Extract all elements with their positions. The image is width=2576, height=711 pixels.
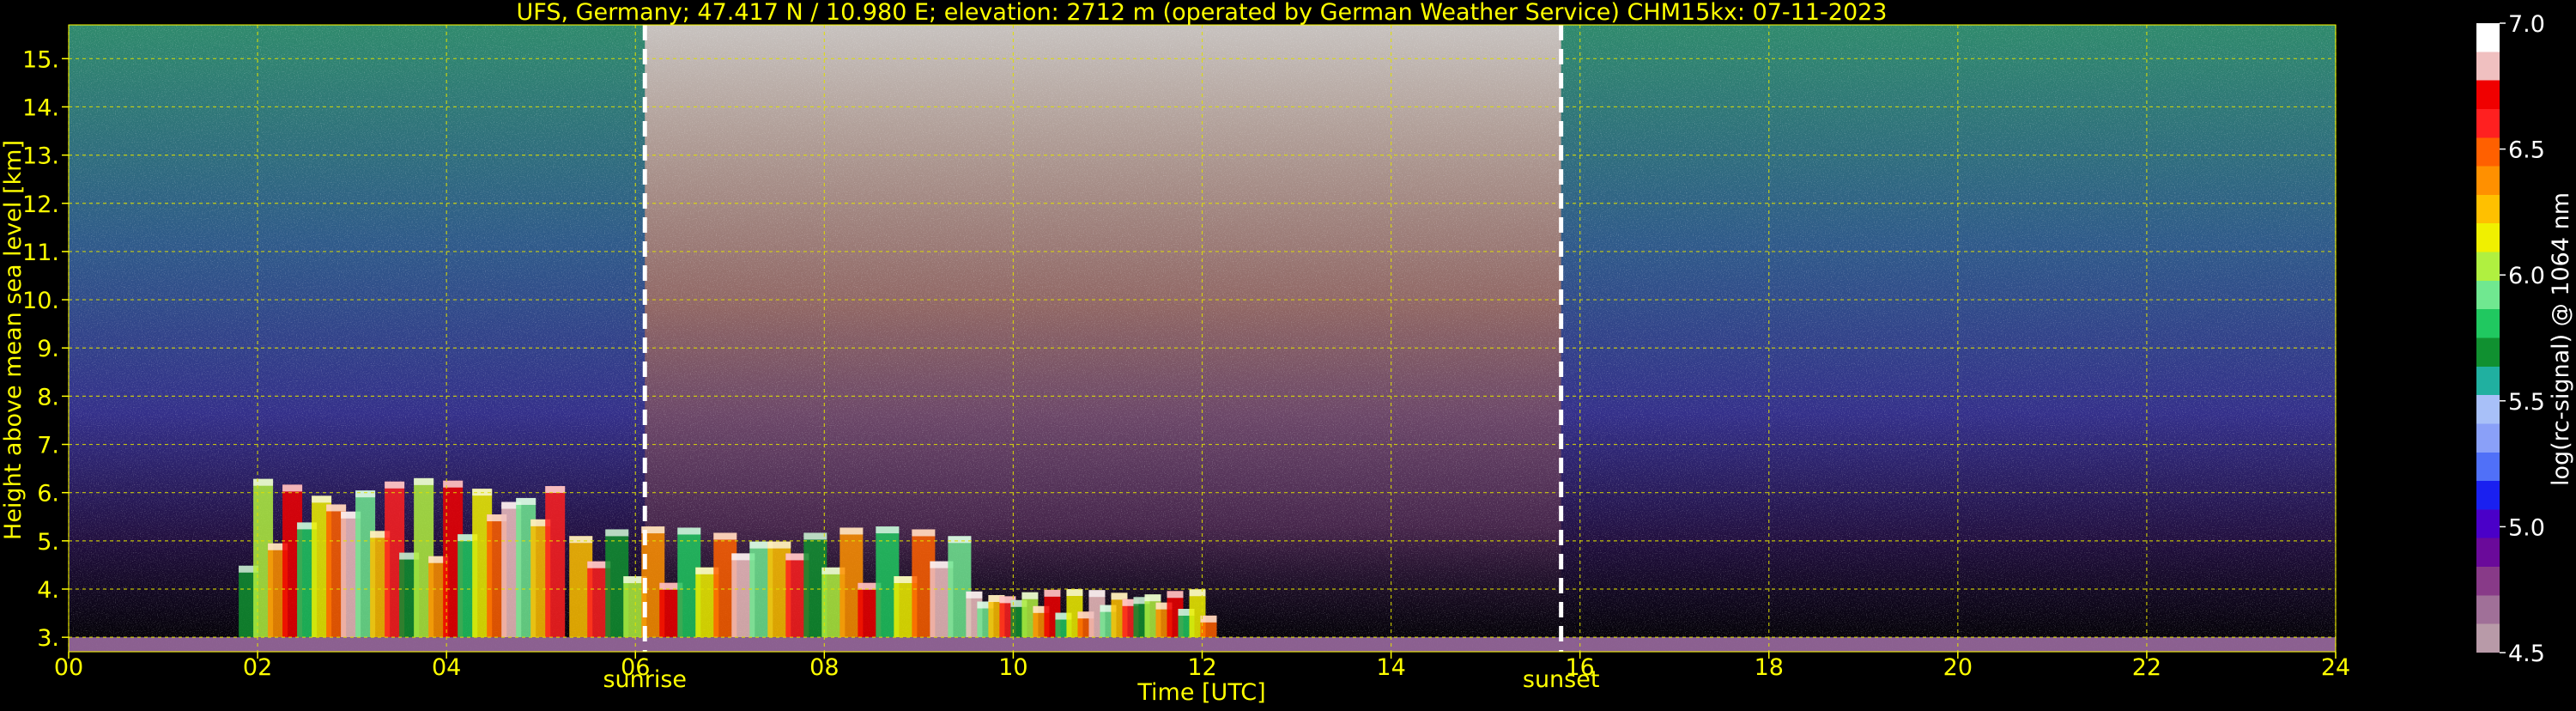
y-tick-label-13.: 13. xyxy=(22,143,59,170)
y-tick-label-12.: 12. xyxy=(22,191,59,218)
y-tick-label-10.: 10. xyxy=(22,288,59,314)
y-tick-label-7.: 7. xyxy=(37,433,59,459)
y-tick-label-15.: 15. xyxy=(22,46,59,73)
y-tick-label-9.: 9. xyxy=(37,336,59,362)
layer-3 xyxy=(966,589,1217,638)
x-tick-label-12: 12 xyxy=(1187,654,1216,681)
x-tick-label-06: 06 xyxy=(621,654,650,681)
x-tick-label-20: 20 xyxy=(1943,654,1973,681)
y-axis-ticks: 3. 4. 5. 6. 7. 8. 9. 10. 11. 12. 13. 14. 15. xyxy=(22,46,69,652)
y-tick-label-5.: 5. xyxy=(37,529,59,556)
x-tick-label-08: 08 xyxy=(809,654,839,681)
cb-tick-label-5.5: 5.5 xyxy=(2508,389,2545,416)
layer-1 xyxy=(239,477,566,638)
cb-tick-label-7.0: 7.0 xyxy=(2508,11,2545,38)
y-tick-label-14.: 14. xyxy=(22,94,59,121)
x-tick-label-24: 24 xyxy=(2321,654,2350,681)
x-tick-label-04: 04 xyxy=(432,654,461,681)
plot-area xyxy=(69,25,2336,652)
colorbar-label: log(rc-signal) @ 1064 nm xyxy=(2548,192,2574,486)
y-tick-label-8.: 8. xyxy=(37,384,59,410)
y-tick-label-4.: 4. xyxy=(37,577,59,604)
cb-tick-label-6.0: 6.0 xyxy=(2508,263,2545,289)
ceilometer-chart: sunrise sunset 00 02 04 06 08 10 12 14 16 18 20 22 24… xyxy=(0,0,2576,708)
x-tick-label-18: 18 xyxy=(1755,654,1784,681)
x-tick-label-00: 00 xyxy=(54,654,83,681)
chart-title: UFS, Germany; 47.417 N / 10.980 E; eleva… xyxy=(517,0,1888,26)
cb-tick-label-6.5: 6.5 xyxy=(2508,137,2545,164)
y-tick-label-6.: 6. xyxy=(37,481,59,507)
cb-tick-label-5.0: 5.0 xyxy=(2508,514,2545,541)
cb-tick-label-4.5: 4.5 xyxy=(2508,641,2545,667)
x-tick-label-14: 14 xyxy=(1376,654,1405,681)
y-tick-label-3.: 3. xyxy=(37,625,59,652)
chart-svg: sunrise sunset 00 02 04 06 08 10 12 14 16 18 20 22 24… xyxy=(0,0,2574,706)
y-axis-label: Height above mean sea level [km] xyxy=(0,140,27,540)
x-tick-label-22: 22 xyxy=(2132,654,2161,681)
colorbar-ticks: 4.5 5.0 5.5 6.0 6.5 7.0 xyxy=(2500,11,2545,667)
x-tick-label-16: 16 xyxy=(1565,654,1594,681)
x-axis-ticks: 00 02 04 06 08 10 12 14 16 18 20 22 24 xyxy=(54,652,2350,681)
colorbar: 4.5 5.0 5.5 6.0 6.5 7.0 log(rc-signal) @ 1064… xyxy=(2476,11,2574,667)
colorbar-scale xyxy=(2476,23,2500,653)
x-tick-label-02: 02 xyxy=(243,654,272,681)
y-tick-label-11.: 11. xyxy=(22,240,59,266)
x-axis-label: Time [UTC] xyxy=(1136,679,1265,706)
x-tick-label-10: 10 xyxy=(998,654,1027,681)
